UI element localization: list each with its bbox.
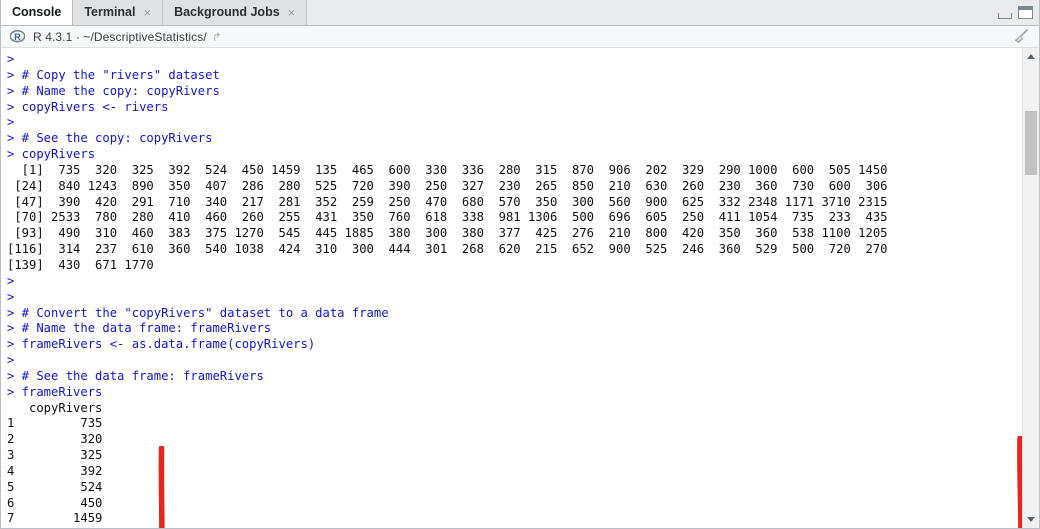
tab-bar-filler	[307, 0, 1039, 25]
console-command-line: > # Convert the "copyRivers" dataset to …	[7, 305, 389, 320]
console-output-line: [1] 735 320 325 392 524 450 1459 135 465…	[7, 162, 888, 177]
console-vertical-scrollbar[interactable]	[1022, 48, 1039, 528]
console-command-line: > # Copy the "rivers" dataset	[7, 67, 220, 82]
scroll-up-arrow-icon[interactable]	[1023, 48, 1039, 65]
console-output-line: [139] 430 671 1770	[7, 257, 154, 272]
close-icon[interactable]: ×	[143, 6, 151, 19]
console-output-line: 4 392	[7, 463, 103, 478]
tab-console[interactable]: Console	[1, 0, 74, 25]
tab-terminal[interactable]: Terminal ×	[73, 0, 164, 25]
console-command-line: > frameRivers <- as.data.frame(copyRiver…	[7, 337, 316, 352]
console-command-line: >	[7, 289, 15, 304]
maximize-icon[interactable]	[1018, 6, 1033, 19]
r-version-path: R 4.3.1 · ~/DescriptiveStatistics/	[33, 29, 207, 44]
console-command-line: >	[7, 273, 15, 288]
tab-bar: Console Terminal × Background Jobs ×	[1, 0, 1039, 26]
window-controls	[998, 6, 1033, 19]
console-command-line: > frameRivers	[7, 384, 103, 399]
console-command-line: >	[7, 115, 15, 130]
console-command-line: > # Name the copy: copyRivers	[7, 83, 220, 98]
console-output-line: [116] 314 237 610 360 540 1038 424 310 3…	[7, 242, 888, 257]
console-output-line: 6 450	[7, 495, 103, 510]
close-icon[interactable]: ×	[288, 6, 296, 19]
console-command-line: > copyRivers <- rivers	[7, 99, 169, 114]
console-pane: Console Terminal × Background Jobs × R R…	[0, 0, 1040, 529]
tab-terminal-label: Terminal	[84, 5, 136, 19]
console-body[interactable]: > > # Copy the "rivers" dataset > # Name t…	[1, 48, 1039, 528]
console-output-line: 2 320	[7, 432, 103, 447]
console-output-line: 3 325	[7, 448, 103, 463]
console-command-line: > # See the data frame: frameRivers	[7, 368, 264, 383]
console-command-line: >	[7, 353, 15, 368]
console-command-line: > # Name the data frame: frameRivers	[7, 321, 272, 336]
console-command-line: >	[7, 52, 15, 66]
console-info-bar: R R 4.3.1 · ~/DescriptiveStatistics/ ↱	[1, 26, 1039, 48]
console-output[interactable]: > > # Copy the "rivers" dataset > # Name t…	[1, 48, 1022, 528]
tab-background-jobs-label: Background Jobs	[174, 5, 280, 19]
console-output-line: [24] 840 1243 890 350 407 286 280 525 72…	[7, 178, 888, 193]
console-output-line: copyRivers	[7, 400, 103, 415]
console-output-line: 7 1459	[7, 511, 103, 526]
console-command-line: > # See the copy: copyRivers	[7, 131, 213, 146]
popout-icon[interactable]: ↱	[212, 31, 222, 43]
console-command-line: > copyRivers	[7, 147, 96, 162]
scroll-down-arrow-icon[interactable]	[1023, 511, 1039, 528]
console-output-line: [47] 390 420 291 710 340 217 281 352 259…	[7, 194, 888, 209]
svg-text:R: R	[14, 32, 21, 42]
r-logo-icon: R	[9, 29, 26, 44]
tab-background-jobs[interactable]: Background Jobs ×	[163, 0, 308, 25]
console-output-line: 5 524	[7, 479, 103, 494]
console-output-line: [93] 490 310 460 383 375 1270 545 445 18…	[7, 226, 888, 241]
scroll-thumb[interactable]	[1025, 111, 1037, 175]
minimize-icon[interactable]	[998, 13, 1012, 19]
console-output-line: [70] 2533 780 280 410 460 260 255 431 35…	[7, 210, 888, 225]
tab-console-label: Console	[12, 5, 62, 19]
broom-icon[interactable]	[1011, 28, 1031, 46]
console-output-line: 1 735	[7, 416, 103, 431]
